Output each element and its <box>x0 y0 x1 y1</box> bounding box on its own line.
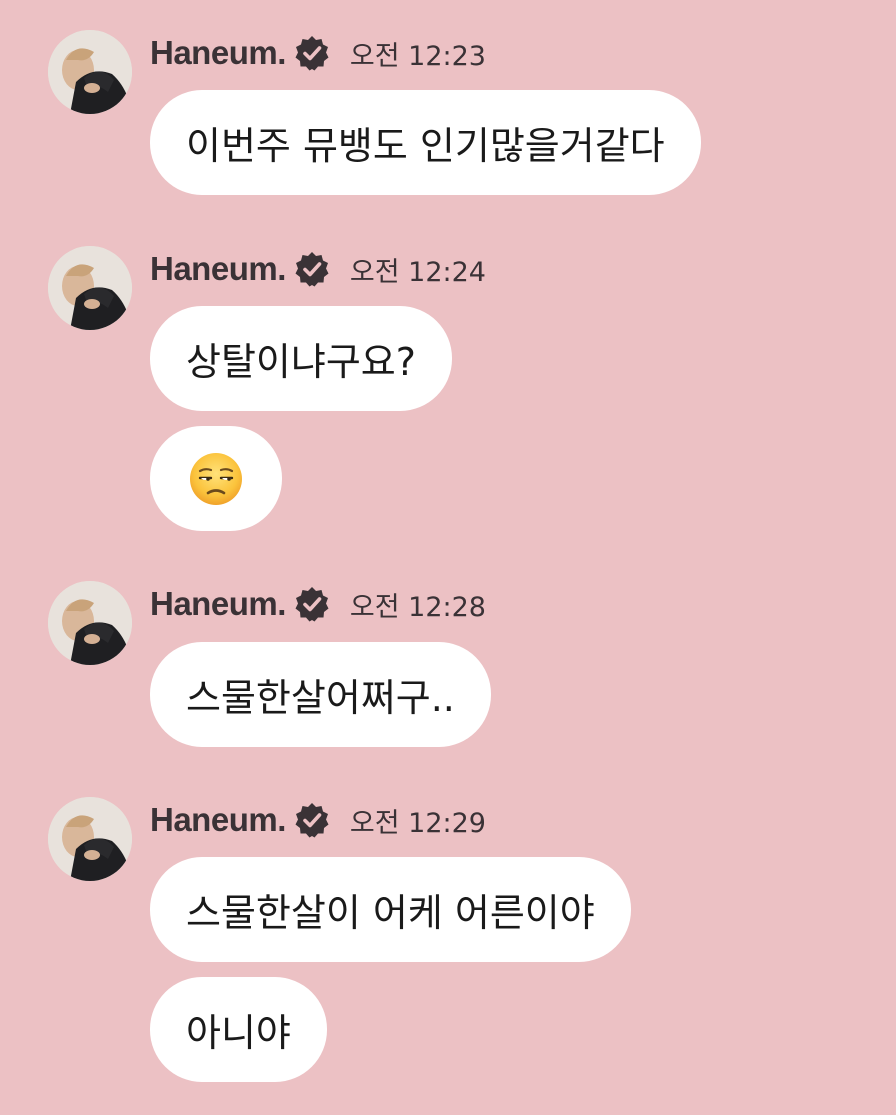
emoji-message-bubble[interactable] <box>150 426 282 531</box>
sender-name[interactable]: Haneum. <box>150 34 286 72</box>
avatar[interactable] <box>48 246 132 330</box>
timestamp: 오전 12:28 <box>349 591 486 623</box>
message-text: 상탈이냐구요? <box>186 340 416 384</box>
message-bubble[interactable]: 스물한살어쩌구.. <box>150 642 491 747</box>
timestamp: 오전 12:24 <box>349 256 486 288</box>
message-header: Haneum. 오전 12:24 <box>150 250 486 288</box>
verified-badge-icon <box>294 35 330 71</box>
message-header: Haneum. 오전 12:23 <box>150 34 486 72</box>
unamused-face-emoji <box>190 452 242 505</box>
avatar[interactable] <box>48 797 132 881</box>
verified-badge-icon <box>294 251 330 287</box>
avatar[interactable] <box>48 30 132 114</box>
message-text: 스물한살이 어케 어른이야 <box>186 891 595 935</box>
verified-badge-icon <box>294 802 330 838</box>
avatar[interactable] <box>48 581 132 665</box>
message-bubble[interactable]: 아니야 <box>150 977 327 1082</box>
message-text: 아니야 <box>186 1011 291 1055</box>
message-bubble[interactable]: 이번주 뮤뱅도 인기많을거같다 <box>150 90 701 195</box>
message-text: 이번주 뮤뱅도 인기많을거같다 <box>186 124 665 168</box>
verified-badge-icon <box>294 586 330 622</box>
timestamp: 오전 12:29 <box>349 807 486 839</box>
sender-name[interactable]: Haneum. <box>150 585 286 623</box>
sender-name[interactable]: Haneum. <box>150 250 286 288</box>
message-text: 스물한살어쩌구.. <box>186 676 455 720</box>
message-header: Haneum. 오전 12:29 <box>150 801 486 839</box>
message-bubble[interactable]: 스물한살이 어케 어른이야 <box>150 857 631 962</box>
message-header: Haneum. 오전 12:28 <box>150 585 486 623</box>
message-bubble[interactable]: 상탈이냐구요? <box>150 306 452 411</box>
sender-name[interactable]: Haneum. <box>150 801 286 839</box>
timestamp: 오전 12:23 <box>349 40 486 72</box>
